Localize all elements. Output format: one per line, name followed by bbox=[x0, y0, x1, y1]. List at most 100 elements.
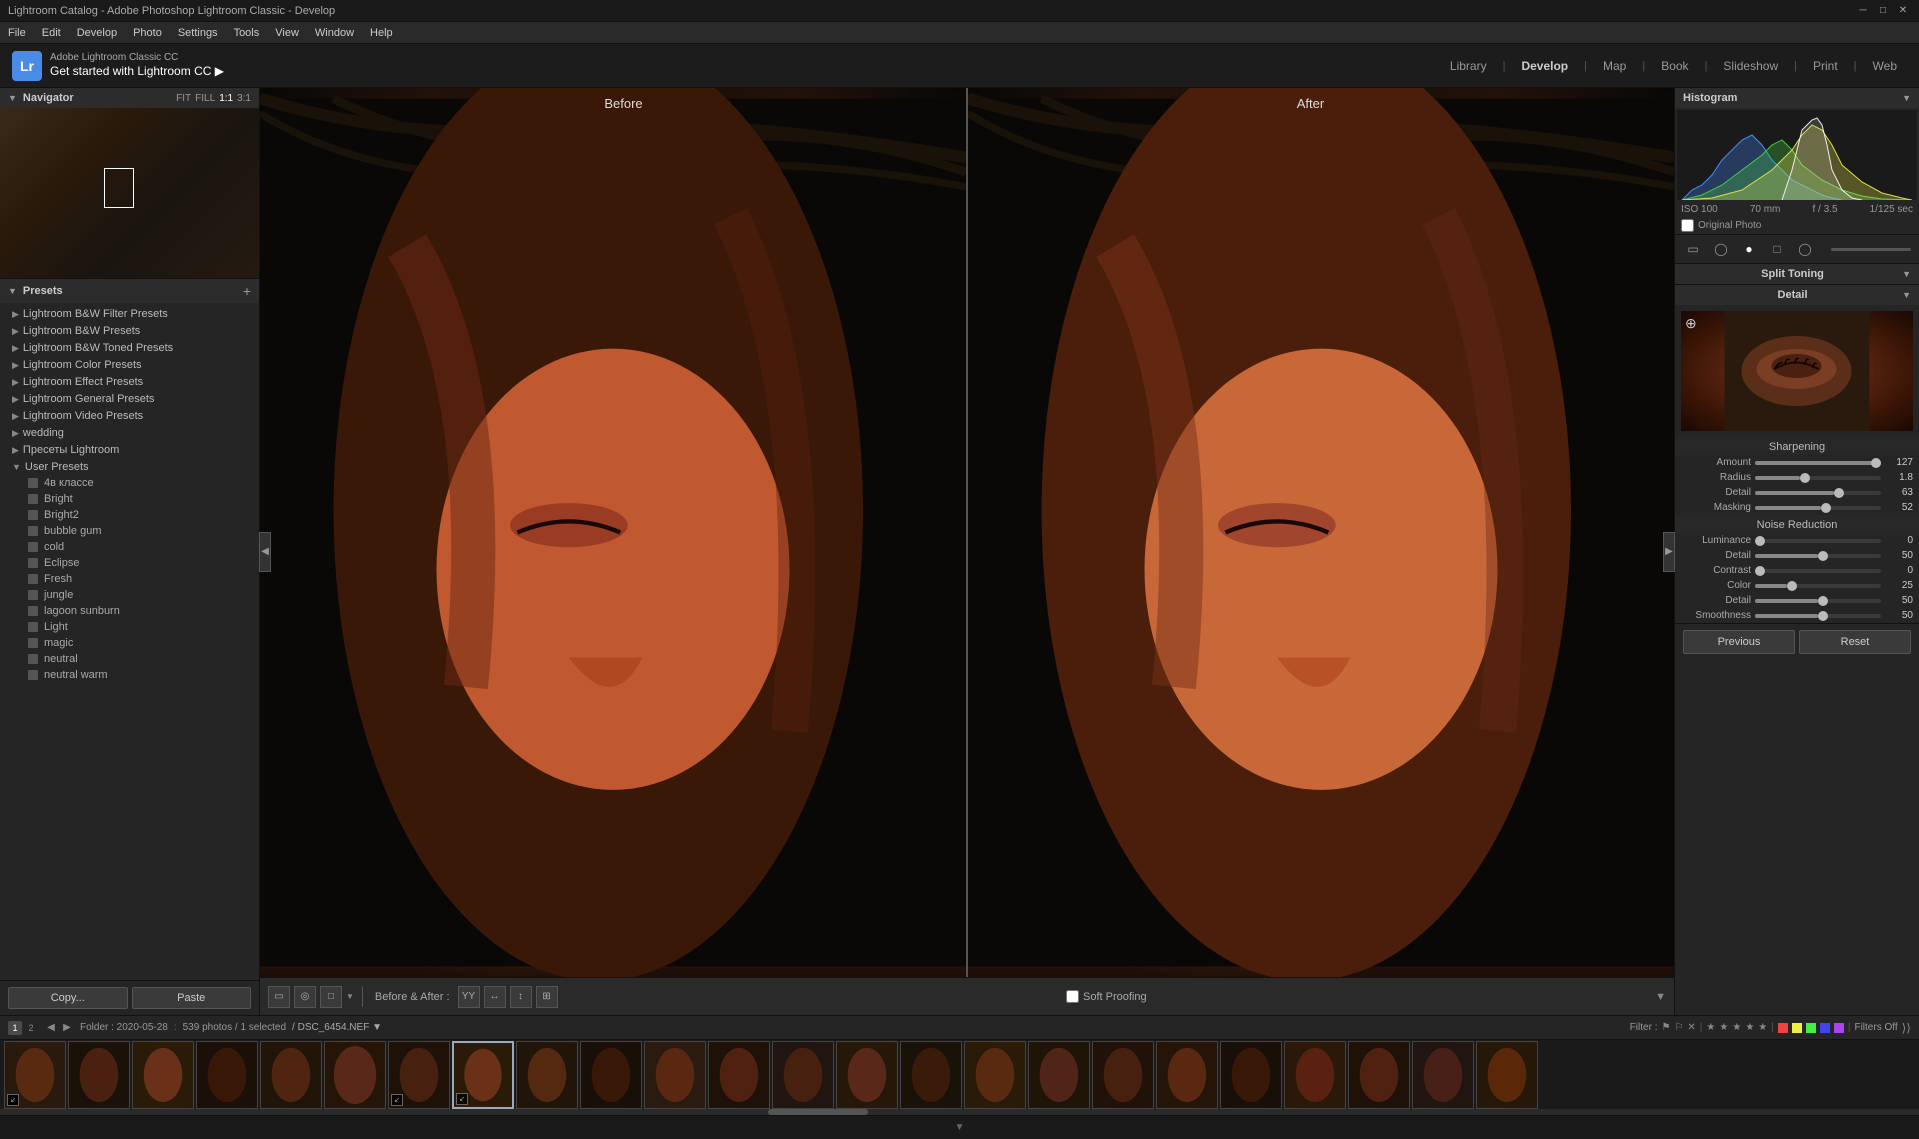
menu-file[interactable]: File bbox=[8, 27, 26, 39]
preset-lagoon-sunburn[interactable]: lagoon sunburn bbox=[0, 603, 259, 619]
filmstrip-thumb-1[interactable]: ⚐ ↙ bbox=[4, 1041, 66, 1109]
preset-bubble-gum[interactable]: bubble gum bbox=[0, 523, 259, 539]
filmstrip-thumb-14[interactable] bbox=[836, 1041, 898, 1109]
star3[interactable]: ★ bbox=[1732, 1022, 1741, 1033]
minimize-button[interactable]: ─ bbox=[1855, 3, 1871, 19]
filmstrip-thumb-21[interactable] bbox=[1284, 1041, 1346, 1109]
preset-neutral[interactable]: neutral bbox=[0, 651, 259, 667]
smoothness-slider[interactable] bbox=[1755, 614, 1881, 618]
filmstrip-thumb-24[interactable] bbox=[1476, 1041, 1538, 1109]
amount-slider[interactable] bbox=[1755, 461, 1881, 465]
before-after-btn2[interactable]: ↔ bbox=[484, 986, 506, 1008]
detail-slider[interactable] bbox=[1755, 491, 1881, 495]
menu-view[interactable]: View bbox=[275, 27, 299, 39]
menu-tools[interactable]: Tools bbox=[234, 27, 260, 39]
preset-group-bw-header[interactable]: ▶ Lightroom B&W Presets bbox=[0, 323, 259, 339]
filmstrip-thumb-16[interactable] bbox=[964, 1041, 1026, 1109]
filmstrip-thumb-9[interactable] bbox=[516, 1041, 578, 1109]
radius-thumb[interactable] bbox=[1800, 473, 1810, 483]
lum-detail-slider[interactable] bbox=[1755, 554, 1881, 558]
soft-proofing-label[interactable]: Soft Proofing bbox=[1083, 991, 1147, 1003]
filmstrip-thumb-3[interactable] bbox=[132, 1041, 194, 1109]
color-detail-slider[interactable] bbox=[1755, 599, 1881, 603]
masking-slider[interactable] bbox=[1755, 506, 1881, 510]
menu-help[interactable]: Help bbox=[370, 27, 393, 39]
tool3-button[interactable]: □ bbox=[320, 986, 342, 1008]
before-after-btn4[interactable]: ⊞ bbox=[536, 986, 558, 1008]
color-thumb[interactable] bbox=[1787, 581, 1797, 591]
preset-group-general-header[interactable]: ▶ Lightroom General Presets bbox=[0, 391, 259, 407]
preset-neutral-warm[interactable]: neutral warm bbox=[0, 667, 259, 683]
paste-button[interactable]: Paste bbox=[132, 987, 252, 1009]
star4[interactable]: ★ bbox=[1745, 1022, 1754, 1033]
menu-window[interactable]: Window bbox=[315, 27, 354, 39]
flag-icon[interactable]: ⚑ bbox=[1661, 1022, 1670, 1033]
filmstrip-thumb-15[interactable] bbox=[900, 1041, 962, 1109]
toolbar-dropdown-right[interactable]: ▼ bbox=[1655, 991, 1666, 1003]
preset-group-user-header[interactable]: ▼ User Presets bbox=[0, 459, 259, 475]
detail-header[interactable]: Detail ▼ bbox=[1675, 285, 1919, 305]
next-arrow[interactable]: ▶ bbox=[60, 1021, 74, 1035]
zoom-fill[interactable]: FILL bbox=[195, 93, 215, 104]
view-icon-circle2[interactable]: ● bbox=[1739, 239, 1759, 259]
flag-icon3[interactable]: ✕ bbox=[1687, 1022, 1695, 1033]
close-button[interactable]: ✕ bbox=[1895, 3, 1911, 19]
color-slider[interactable] bbox=[1755, 584, 1881, 588]
page-2-indicator[interactable]: 2 bbox=[24, 1021, 38, 1035]
filmstrip-thumb-11[interactable] bbox=[644, 1041, 706, 1109]
filmstrip-thumb-7[interactable]: ↙ bbox=[388, 1041, 450, 1109]
amount-thumb[interactable] bbox=[1871, 458, 1881, 468]
soft-proofing-checkbox[interactable] bbox=[1066, 990, 1079, 1003]
spot-tool-button[interactable]: ◎ bbox=[294, 986, 316, 1008]
menu-settings[interactable]: Settings bbox=[178, 27, 218, 39]
filmstrip-thumb-6[interactable] bbox=[324, 1041, 386, 1109]
filmstrip-thumb-10[interactable] bbox=[580, 1041, 642, 1109]
before-after-btn1[interactable]: YY bbox=[458, 986, 480, 1008]
view-icon-crop[interactable]: ▭ bbox=[1683, 239, 1703, 259]
presets-header[interactable]: ▼ Presets + bbox=[0, 279, 259, 303]
zoom-1-1[interactable]: 1:1 bbox=[219, 93, 233, 104]
add-preset-button[interactable]: + bbox=[243, 283, 251, 299]
filmstrip-thumb-23[interactable] bbox=[1412, 1041, 1474, 1109]
prev-arrow[interactable]: ◀ bbox=[44, 1021, 58, 1035]
filmstrip-expand-icon[interactable]: ⟩⟩ bbox=[1902, 1021, 1911, 1035]
preset-group-video-header[interactable]: ▶ Lightroom Video Presets bbox=[0, 408, 259, 424]
star1[interactable]: ★ bbox=[1706, 1022, 1715, 1033]
filmstrip-thumb-20[interactable] bbox=[1220, 1041, 1282, 1109]
preset-magic[interactable]: magic bbox=[0, 635, 259, 651]
lum-detail-thumb[interactable] bbox=[1818, 551, 1828, 561]
color-green[interactable] bbox=[1806, 1023, 1816, 1033]
filmstrip-thumb-18[interactable] bbox=[1092, 1041, 1154, 1109]
navigator-header[interactable]: ▼ Navigator FIT FILL 1:1 3:1 bbox=[0, 88, 259, 108]
preset-group-bw-filter-header[interactable]: ▶ Lightroom B&W Filter Presets bbox=[0, 306, 259, 322]
previous-button[interactable]: Previous bbox=[1683, 630, 1795, 654]
smoothness-thumb[interactable] bbox=[1818, 611, 1828, 621]
preset-light[interactable]: Light bbox=[0, 619, 259, 635]
reset-button[interactable]: Reset bbox=[1799, 630, 1911, 654]
star5[interactable]: ★ bbox=[1758, 1022, 1767, 1033]
get-started-link[interactable]: Get started with Lightroom CC ▶ bbox=[50, 64, 224, 80]
nav-map[interactable]: Map bbox=[1593, 55, 1636, 77]
filmstrip-thumb-19[interactable] bbox=[1156, 1041, 1218, 1109]
nav-print[interactable]: Print bbox=[1803, 55, 1848, 77]
copy-button[interactable]: Copy... bbox=[8, 987, 128, 1009]
menu-develop[interactable]: Develop bbox=[77, 27, 117, 39]
preset-group-effect-header[interactable]: ▶ Lightroom Effect Presets bbox=[0, 374, 259, 390]
histogram-header[interactable]: Histogram ▼ bbox=[1675, 88, 1919, 108]
color-detail-thumb[interactable] bbox=[1818, 596, 1828, 606]
filmstrip-thumb-12[interactable] bbox=[708, 1041, 770, 1109]
preset-group-wedding-header[interactable]: ▶ wedding bbox=[0, 425, 259, 441]
filename-display[interactable]: / DSC_6454.NEF ▼ bbox=[292, 1022, 382, 1033]
preset-4v-klass[interactable]: 4в класcе bbox=[0, 475, 259, 491]
masking-thumb[interactable] bbox=[1821, 503, 1831, 513]
flag-icon2[interactable]: ⚐ bbox=[1674, 1022, 1683, 1033]
menu-edit[interactable]: Edit bbox=[42, 27, 61, 39]
preset-bright[interactable]: Bright bbox=[0, 491, 259, 507]
luminance-slider[interactable] bbox=[1755, 539, 1881, 543]
preset-group-color-header[interactable]: ▶ Lightroom Color Presets bbox=[0, 357, 259, 373]
view-slider[interactable] bbox=[1831, 248, 1911, 251]
star2[interactable]: ★ bbox=[1719, 1022, 1728, 1033]
zoom-fit[interactable]: FIT bbox=[176, 93, 191, 104]
nav-slideshow[interactable]: Slideshow bbox=[1713, 55, 1788, 77]
detail-thumb[interactable] bbox=[1834, 488, 1844, 498]
